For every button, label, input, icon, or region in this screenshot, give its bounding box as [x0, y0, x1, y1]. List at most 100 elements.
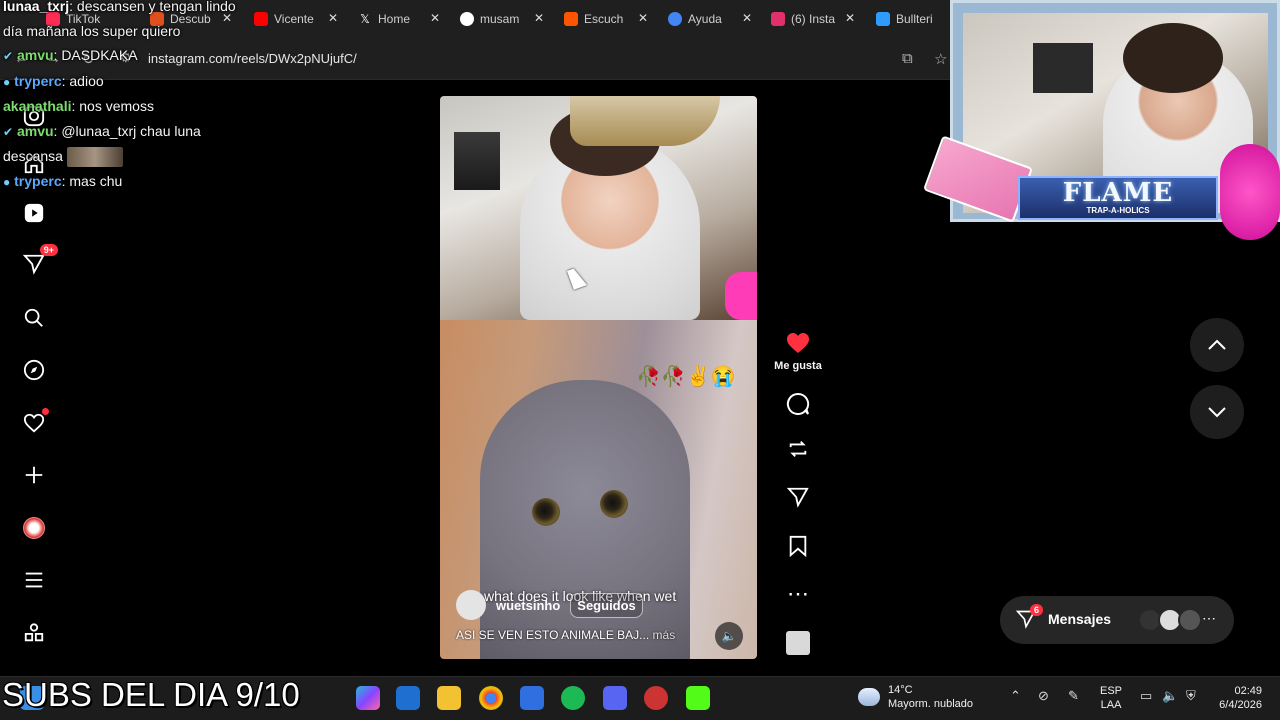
- save-bookmark-icon[interactable]: [783, 531, 813, 561]
- flame-banner: FLAME TRAP-A-HOLICS: [1018, 176, 1218, 220]
- like-heart-icon[interactable]: [783, 328, 813, 358]
- direct-icon[interactable]: 9+: [20, 244, 58, 278]
- reel-video[interactable]: 🥀🥀✌😭 what does it look like when wet wue…: [440, 96, 757, 659]
- soundcloud-icon: [564, 12, 578, 26]
- repost-icon[interactable]: [783, 434, 813, 464]
- wall-poster: [454, 132, 500, 190]
- checkmark-icon: ✔: [3, 49, 14, 63]
- comment-icon[interactable]: [783, 389, 813, 419]
- stream-chat: lunaa_txrj: descansen y tengan lindo día…: [3, 0, 303, 194]
- screen: TikTok Descub ✕ Vicente ✕ 𝕏 Home ✕ musam ✕ Es…: [0, 0, 1280, 720]
- messages-button[interactable]: 6 Mensajes ⋯: [1000, 596, 1234, 644]
- share-icon[interactable]: [783, 482, 813, 512]
- language-indicator[interactable]: ESP LAA: [1100, 684, 1122, 712]
- audio-thumbnail[interactable]: [786, 631, 810, 655]
- messages-label: Mensajes: [1048, 611, 1112, 627]
- reels-icon[interactable]: [20, 199, 48, 227]
- chat-message: ● tryperc: adioo: [3, 72, 104, 89]
- avatar: [1178, 608, 1202, 632]
- next-reel-button[interactable]: [1190, 385, 1244, 439]
- weather-desc: Mayorm. nublado: [888, 698, 973, 710]
- volume-icon[interactable]: 🔈: [715, 622, 743, 650]
- chat-message: descansa: [3, 144, 303, 169]
- author-name[interactable]: wuetsinho: [496, 598, 560, 613]
- cap: [570, 96, 720, 146]
- reel-description[interactable]: ASI SE VEN ESTO ANIMALE BAJ... más: [456, 628, 675, 642]
- hair: [1123, 23, 1223, 93]
- bookmark-star-icon[interactable]: ☆: [934, 50, 947, 68]
- chrome-icon[interactable]: [479, 686, 503, 710]
- more-icon: ⋯: [1202, 610, 1216, 626]
- create-icon[interactable]: [20, 461, 48, 489]
- security-icon[interactable]: ⛨: [1186, 688, 1196, 704]
- notification-badge: 9+: [39, 244, 58, 256]
- chat-message: ● tryperc: mas chu: [3, 172, 123, 189]
- tab-home[interactable]: 𝕏 Home ✕: [358, 6, 440, 32]
- profile-avatar[interactable]: [20, 514, 48, 542]
- author-avatar[interactable]: [456, 590, 486, 620]
- file-explorer-icon[interactable]: [437, 686, 461, 710]
- tab-escuch[interactable]: Escuch ✕: [564, 6, 648, 32]
- reel-top-frame: [440, 96, 757, 320]
- chat-message: ✔ amvu: @lunaa_txrj chau luna: [3, 122, 201, 139]
- close-icon[interactable]: ✕: [845, 11, 855, 25]
- tab-instagram[interactable]: (6) Insta ✕: [771, 6, 855, 32]
- display-icon[interactable]: ▭: [1140, 688, 1152, 704]
- tab-ayuda[interactable]: Ayuda ✕: [668, 6, 752, 32]
- store-icon[interactable]: [520, 686, 544, 710]
- emote-image: [66, 147, 123, 168]
- install-app-icon[interactable]: ⧉: [902, 50, 913, 67]
- chat-message: ✔ amvu: DASDKAKA: [3, 47, 138, 63]
- more-link[interactable]: más: [653, 628, 676, 642]
- menu-icon[interactable]: [20, 566, 48, 594]
- pink-sticker: [725, 272, 757, 320]
- tab-musam[interactable]: musam ✕: [460, 6, 544, 32]
- close-icon[interactable]: ✕: [328, 11, 338, 25]
- instagram-icon: [771, 12, 785, 26]
- checkmark-icon: ✔: [3, 124, 14, 139]
- author-row: wuetsinho Seguidos: [456, 590, 643, 620]
- weather-widget[interactable]: 14°C Mayorm. nublado: [858, 683, 973, 711]
- volume-icon[interactable]: 🔈: [1162, 688, 1178, 704]
- kick-icon[interactable]: [686, 686, 710, 710]
- like-label: Me gusta: [774, 360, 822, 372]
- close-icon[interactable]: ✕: [534, 11, 544, 25]
- network-off-icon[interactable]: ⊘: [1038, 688, 1049, 704]
- chat-message: día mañana los super quiero: [3, 22, 181, 39]
- more-options-icon[interactable]: ⋯: [783, 579, 813, 609]
- mail-icon[interactable]: [396, 686, 420, 710]
- discord-icon[interactable]: [603, 686, 627, 710]
- cloud-icon: [858, 688, 880, 706]
- emoji-overlay: 🥀🥀✌😭: [636, 366, 736, 388]
- user-badge-icon: ●: [3, 74, 11, 89]
- subs-counter: SUBS DEL DIA 9/10: [2, 676, 300, 713]
- also-from-meta-icon[interactable]: [20, 619, 48, 647]
- cat-eye: [600, 490, 628, 518]
- weather-temp: 14°C: [888, 684, 913, 696]
- pink-bear-sticker: [1220, 144, 1280, 240]
- cat-eye: [532, 498, 560, 526]
- close-icon[interactable]: ✕: [742, 11, 752, 25]
- close-icon[interactable]: ✕: [430, 11, 440, 25]
- spotify-icon[interactable]: [561, 686, 585, 710]
- explore-icon[interactable]: [20, 356, 48, 384]
- google-icon: [460, 12, 474, 26]
- close-icon[interactable]: ✕: [638, 11, 648, 25]
- notifications-heart-icon[interactable]: [20, 408, 49, 437]
- clock[interactable]: 02:49 6/4/2026: [1210, 684, 1262, 712]
- search-icon[interactable]: [20, 304, 48, 332]
- google-g-icon: [668, 12, 682, 26]
- chat-message: akanathali: nos vemoss: [3, 98, 154, 114]
- copilot-icon[interactable]: [356, 686, 380, 710]
- following-button[interactable]: Seguidos: [570, 592, 643, 618]
- obs-icon[interactable]: [644, 686, 668, 710]
- wall-poster: [1033, 43, 1093, 93]
- pen-icon[interactable]: ✎: [1068, 688, 1079, 704]
- messages-badge: 6: [1030, 604, 1044, 616]
- bullteri-icon: [876, 12, 890, 26]
- user-badge-icon: ●: [3, 174, 11, 189]
- show-hidden-icons-icon[interactable]: ⌃: [1010, 688, 1021, 704]
- x-icon: 𝕏: [358, 12, 372, 26]
- previous-reel-button[interactable]: [1190, 318, 1244, 372]
- tab-bullteri[interactable]: Bullteri: [876, 6, 956, 32]
